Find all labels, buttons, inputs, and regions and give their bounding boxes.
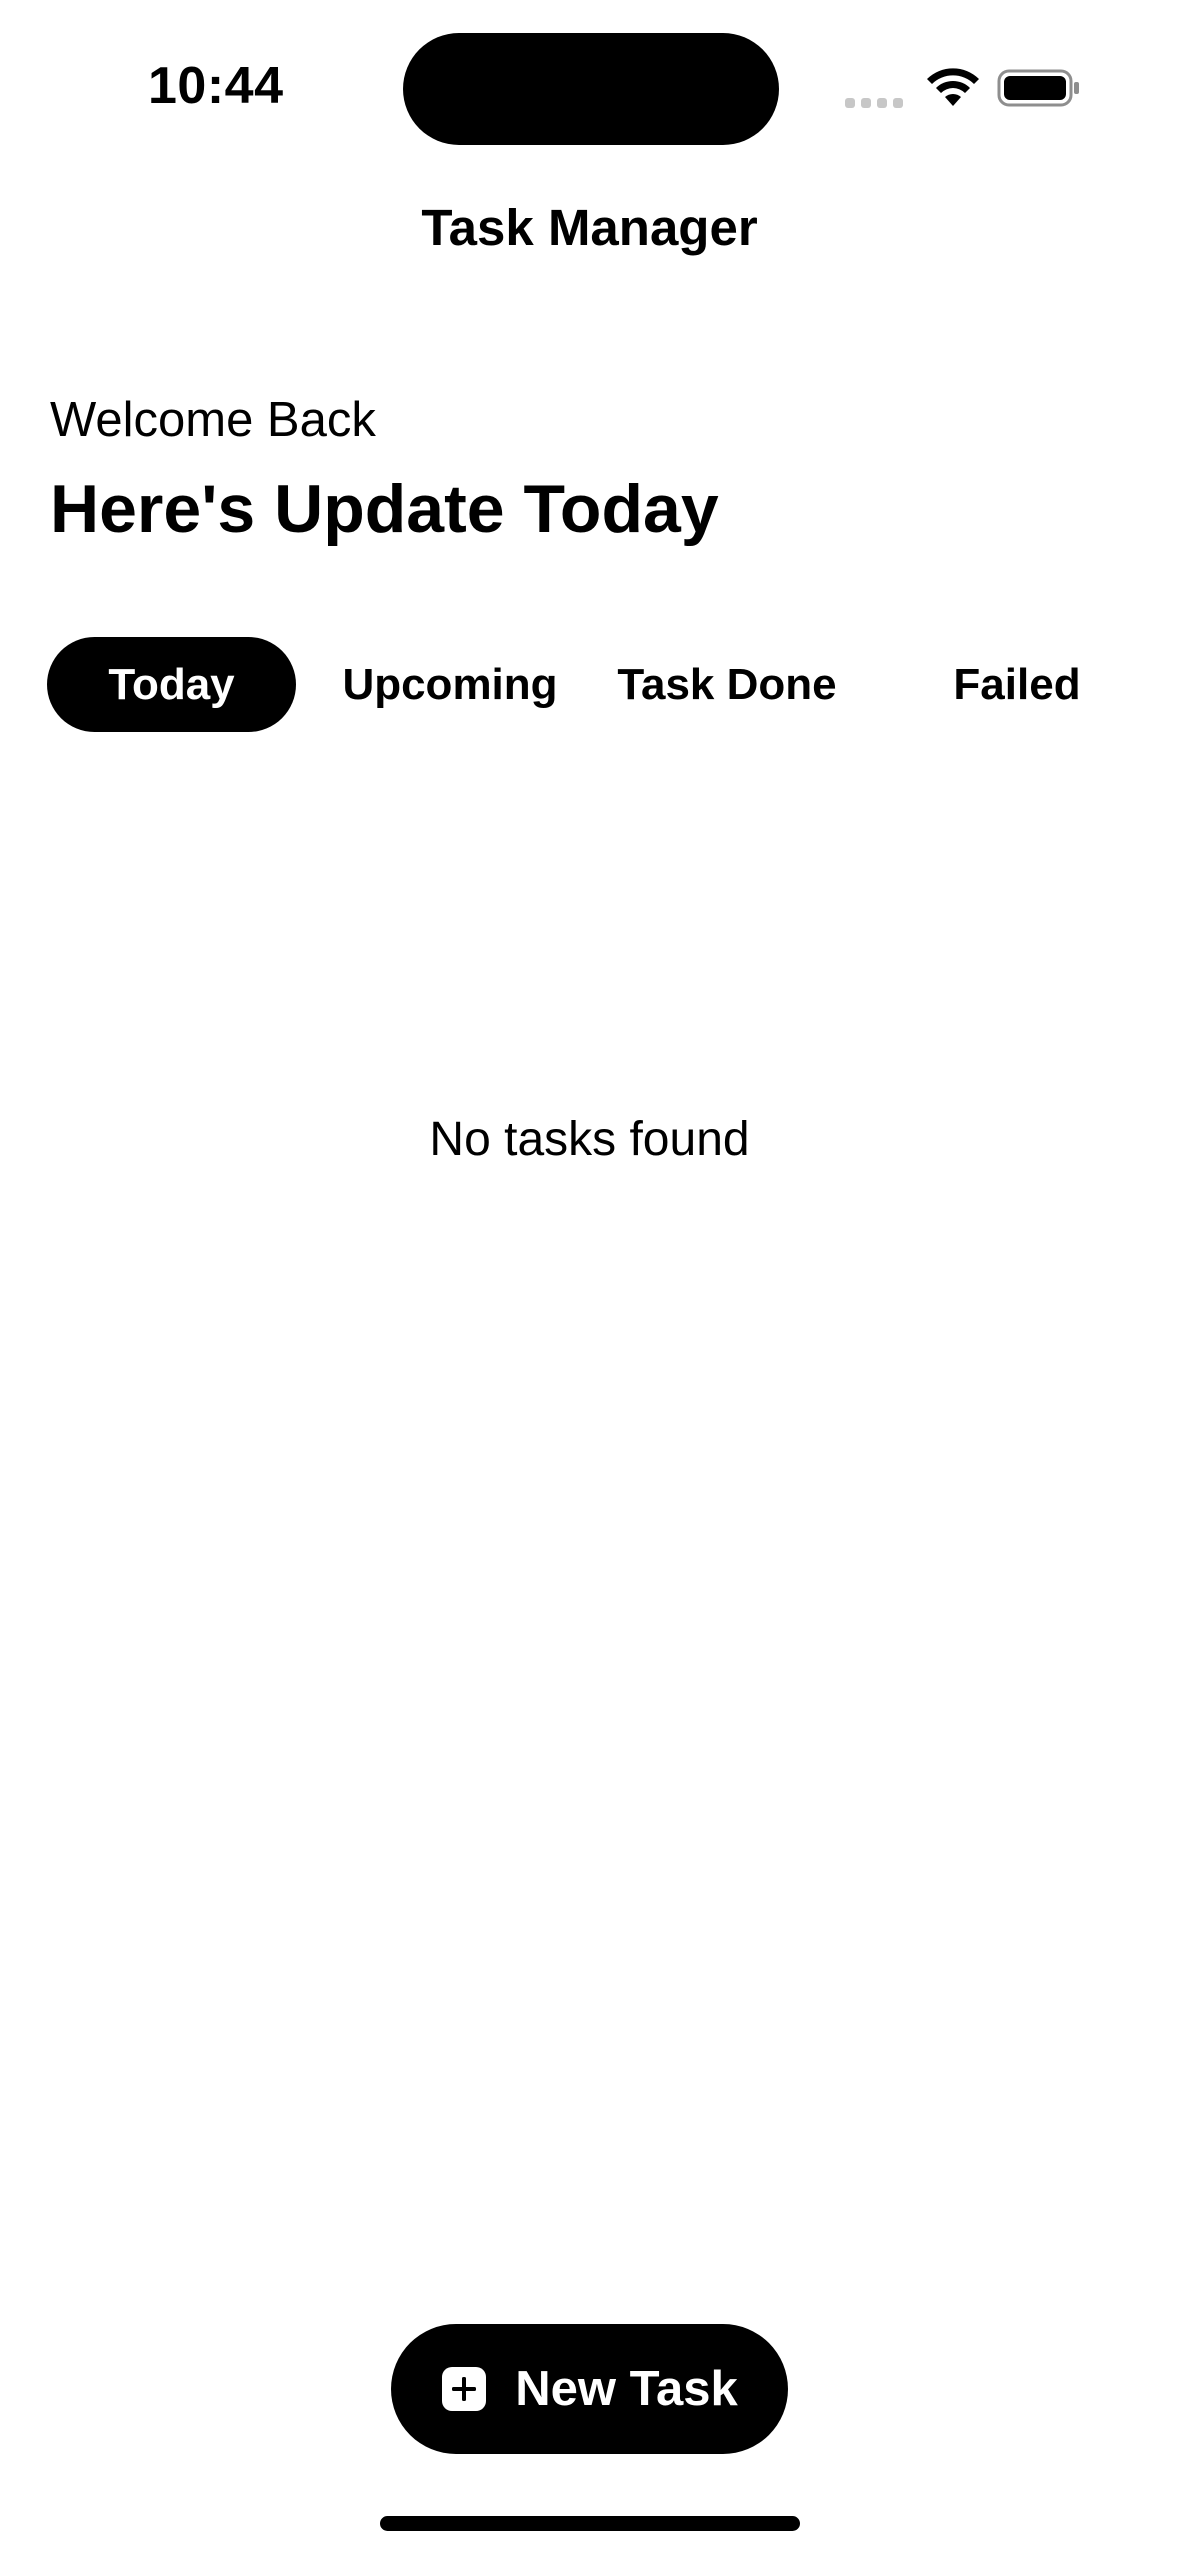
home-indicator[interactable] bbox=[380, 2516, 800, 2531]
status-indicators bbox=[845, 64, 1085, 112]
dynamic-island bbox=[403, 33, 779, 145]
welcome-text: Welcome Back bbox=[50, 393, 376, 447]
tab-task-done[interactable]: Task Done bbox=[607, 637, 847, 732]
filter-tabs: Today Upcoming Task Done Failed bbox=[47, 637, 1147, 732]
cellular-signal-icon bbox=[845, 98, 903, 108]
new-task-label: New Task bbox=[515, 2362, 738, 2416]
battery-icon bbox=[997, 69, 1079, 107]
tab-upcoming[interactable]: Upcoming bbox=[329, 637, 571, 732]
tab-today[interactable]: Today bbox=[47, 637, 296, 732]
empty-state-message: No tasks found bbox=[429, 1113, 750, 1166]
plus-square-icon bbox=[442, 2367, 487, 2411]
status-time: 10:44 bbox=[148, 57, 284, 115]
page-title: Task Manager bbox=[421, 199, 758, 256]
tab-failed[interactable]: Failed bbox=[917, 637, 1117, 732]
new-task-button[interactable]: New Task bbox=[391, 2324, 788, 2454]
headline: Here's Update Today bbox=[50, 471, 719, 547]
wifi-icon bbox=[927, 68, 979, 106]
